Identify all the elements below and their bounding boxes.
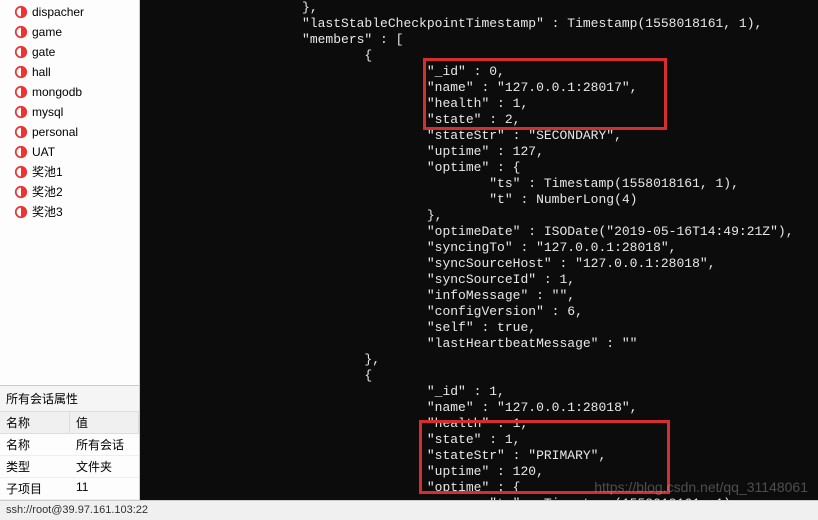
- props-row-value: 文件夹: [70, 456, 139, 478]
- terminal-output[interactable]: }, "lastStableCheckpointTimestamp" : Tim…: [140, 0, 818, 500]
- tree-item-personal[interactable]: personal: [0, 122, 139, 142]
- tree-item-uat[interactable]: UAT: [0, 142, 139, 162]
- tree-item-label: mongodb: [32, 84, 82, 100]
- tree-item-label: game: [32, 24, 62, 40]
- props-col-name: 名称: [0, 412, 70, 434]
- db-icon: [14, 125, 28, 139]
- db-icon: [14, 5, 28, 19]
- tree-item-label: hall: [32, 64, 51, 80]
- tree-item-label: 奖池1: [32, 164, 63, 180]
- tree-item-label: 奖池2: [32, 184, 63, 200]
- props-row-value: 11: [70, 478, 139, 500]
- properties-title: 所有会话属性: [0, 386, 139, 412]
- db-icon: [14, 25, 28, 39]
- tree-item-hall[interactable]: hall: [0, 62, 139, 82]
- db-icon: [14, 85, 28, 99]
- tree-item-dispacher[interactable]: dispacher: [0, 2, 139, 22]
- tree-item-label: personal: [32, 124, 78, 140]
- tree-item-label: 奖池3: [32, 204, 63, 220]
- tree-item-pool1[interactable]: 奖池1: [0, 162, 139, 182]
- db-icon: [14, 205, 28, 219]
- connection-status: ssh://root@39.97.161.103:22: [6, 504, 148, 516]
- tree-item-label: dispacher: [32, 4, 84, 20]
- props-row-name: 子项目: [0, 478, 70, 500]
- db-icon: [14, 145, 28, 159]
- tree-item-label: mysql: [32, 104, 63, 120]
- sidebar: dispacher game gate hall mongodb mysql: [0, 0, 140, 500]
- highlight-primary: [419, 420, 670, 494]
- tree-item-mongodb[interactable]: mongodb: [0, 82, 139, 102]
- props-row-name: 类型: [0, 456, 70, 478]
- props-col-value: 值: [70, 412, 139, 434]
- tree-item-label: gate: [32, 44, 55, 60]
- props-row-name: 名称: [0, 434, 70, 456]
- db-icon: [14, 185, 28, 199]
- session-tree[interactable]: dispacher game gate hall mongodb mysql: [0, 0, 139, 385]
- properties-table: 名称 值 名称 所有会话 类型 文件夹 子项目 11: [0, 412, 139, 500]
- tree-item-pool2[interactable]: 奖池2: [0, 182, 139, 202]
- tree-item-pool3[interactable]: 奖池3: [0, 202, 139, 222]
- tree-item-mysql[interactable]: mysql: [0, 102, 139, 122]
- tree-item-label: UAT: [32, 144, 55, 160]
- properties-panel: 所有会话属性 名称 值 名称 所有会话 类型 文件夹 子项目 11: [0, 385, 139, 500]
- status-bar: ssh://root@39.97.161.103:22: [0, 500, 818, 520]
- tree-item-gate[interactable]: gate: [0, 42, 139, 62]
- db-icon: [14, 65, 28, 79]
- tree-item-game[interactable]: game: [0, 22, 139, 42]
- props-row-value: 所有会话: [70, 434, 139, 456]
- db-icon: [14, 165, 28, 179]
- highlight-secondary: [423, 58, 667, 130]
- db-icon: [14, 105, 28, 119]
- db-icon: [14, 45, 28, 59]
